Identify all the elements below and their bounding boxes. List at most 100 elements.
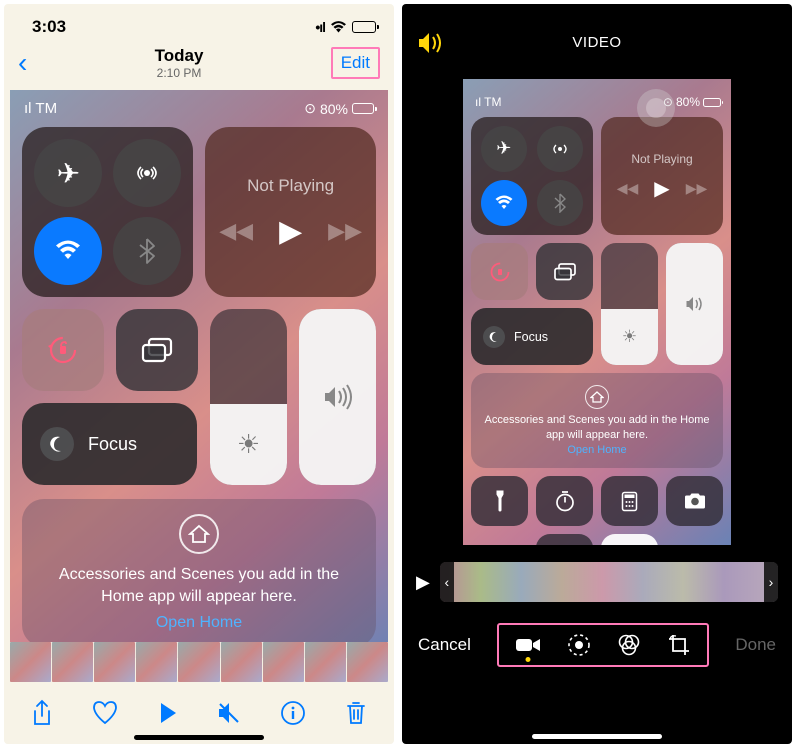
not-playing-label: Not Playing [631, 152, 692, 166]
screen-record-toggle[interactable] [601, 534, 658, 545]
calculator-toggle[interactable] [601, 476, 658, 526]
moon-icon [40, 427, 74, 461]
skip-back-icon[interactable]: ◀◀ [617, 180, 639, 197]
play-icon[interactable]: ▶ [654, 176, 669, 201]
brightness-icon: ☀ [237, 429, 260, 460]
filters-tab[interactable] [617, 633, 641, 657]
video-editor-screen: VIDEO ıl TM ⊙ 80% ✈ [402, 4, 792, 744]
wifi-toggle[interactable] [481, 180, 527, 226]
focus-toggle[interactable]: Focus [471, 308, 593, 365]
carrier-label: TM [35, 100, 57, 117]
done-button[interactable]: Done [735, 635, 776, 655]
wifi-toggle[interactable] [34, 217, 102, 285]
connectivity-module: ✈ [471, 117, 593, 235]
bluetooth-toggle[interactable] [113, 217, 181, 285]
mute-button[interactable] [216, 700, 242, 726]
status-bar: 3:03 [4, 4, 394, 42]
editor-preview[interactable]: ıl TM ⊙ 80% ✈ [463, 79, 731, 545]
info-button[interactable] [280, 700, 306, 726]
media-module: Not Playing ◀◀ ▶ ▶▶ [205, 127, 376, 297]
home-hub-module[interactable]: Accessories and Scenes you add in the Ho… [471, 373, 723, 468]
navigation-title: Today 2:10 PM [155, 46, 204, 80]
airplane-toggle[interactable]: ✈ [481, 126, 527, 172]
trim-timeline: ▶ ‹ › [402, 559, 792, 605]
volume-icon [685, 295, 705, 313]
back-button[interactable]: ‹ [18, 47, 27, 79]
brightness-slider[interactable]: ☀ [210, 309, 287, 485]
status-time: 3:03 [32, 17, 66, 37]
home-indicator[interactable] [532, 734, 662, 739]
carrier-label: TM [484, 95, 501, 109]
media-module: Not Playing ◀◀ ▶ ▶▶ [601, 117, 723, 235]
home-icon [585, 385, 609, 409]
control-center: ✈ Not Playing ◀◀ ▶ ▶ [10, 121, 388, 658]
hearing-toggle[interactable] [536, 534, 593, 545]
trim-handle-right[interactable]: › [764, 562, 778, 602]
volume-icon [323, 384, 353, 410]
home-icon [179, 514, 219, 554]
battery-percent: 80% [320, 101, 348, 117]
focus-label: Focus [88, 434, 137, 455]
screen-mirroring-toggle[interactable] [536, 243, 593, 300]
volume-button[interactable] [418, 32, 444, 54]
adjust-tab[interactable] [567, 633, 591, 657]
home-indicator[interactable] [134, 735, 264, 740]
volume-slider[interactable] [299, 309, 376, 485]
timer-toggle[interactable] [536, 476, 593, 526]
airdrop-toggle[interactable] [113, 139, 181, 207]
preview-status-bar: ıl TM ⊙ 80% [10, 90, 388, 121]
title-day: Today [155, 46, 204, 66]
bluetooth-toggle[interactable] [537, 180, 583, 226]
video-preview[interactable]: ıl TM ⊙ 80% ✈ [10, 90, 388, 658]
cancel-button[interactable]: Cancel [418, 635, 471, 655]
brightness-slider[interactable]: ☀ [601, 243, 658, 365]
status-indicators [315, 19, 376, 35]
play-button[interactable] [158, 701, 178, 725]
airdrop-toggle[interactable] [537, 126, 583, 172]
delete-button[interactable] [345, 700, 367, 726]
trim-scrubber[interactable]: ‹ › [440, 562, 778, 602]
cellular-bars-icon: ıl [24, 100, 32, 117]
camera-toggle[interactable] [666, 476, 723, 526]
preview-status-bar: ıl TM ⊙ 80% [463, 79, 731, 113]
trim-handle-left[interactable]: ‹ [440, 562, 454, 602]
airplane-toggle[interactable]: ✈ [34, 139, 102, 207]
thumbnail-scrubber[interactable] [10, 642, 388, 682]
home-hub-text: Accessories and Scenes you add in the Ho… [483, 413, 711, 442]
battery-percent: 80% [676, 95, 700, 109]
title-time: 2:10 PM [155, 66, 204, 80]
brightness-icon: ☀ [622, 327, 637, 347]
home-hub-module[interactable]: Accessories and Scenes you add in the Ho… [22, 499, 376, 647]
home-hub-text: Accessories and Scenes you add in the Ho… [44, 564, 354, 607]
signal-carrier: ıl TM [475, 95, 501, 109]
skip-forward-icon[interactable]: ▶▶ [328, 218, 362, 244]
cellular-bars-icon: ıl [475, 95, 481, 109]
alarm-icon: ⊙ [304, 100, 316, 117]
open-home-link[interactable]: Open Home [156, 614, 242, 632]
battery-icon [352, 21, 376, 33]
wifi-icon [330, 21, 347, 34]
focus-toggle[interactable]: Focus [22, 403, 197, 485]
assistive-touch-icon [637, 89, 675, 127]
screen-mirroring-toggle[interactable] [116, 309, 198, 391]
focus-label: Focus [514, 330, 548, 344]
orientation-lock-toggle[interactable] [22, 309, 104, 391]
skip-back-icon[interactable]: ◀◀ [219, 218, 253, 244]
share-button[interactable] [31, 699, 53, 727]
flashlight-toggle[interactable] [471, 476, 528, 526]
play-button[interactable]: ▶ [416, 572, 430, 593]
moon-icon [483, 326, 505, 348]
skip-forward-icon[interactable]: ▶▶ [686, 180, 708, 197]
open-home-link[interactable]: Open Home [567, 444, 626, 456]
play-icon[interactable]: ▶ [279, 214, 302, 249]
favorite-button[interactable] [91, 700, 119, 726]
not-playing-label: Not Playing [247, 176, 334, 196]
edit-button[interactable]: Edit [331, 47, 380, 79]
video-tab[interactable] [515, 636, 541, 654]
crop-tab[interactable] [667, 633, 691, 657]
volume-slider[interactable] [666, 243, 723, 365]
cellular-icon [315, 19, 325, 35]
navigation-bar: ‹ Today 2:10 PM Edit [4, 42, 394, 88]
signal-carrier: ıl TM [24, 100, 57, 117]
orientation-lock-toggle[interactable] [471, 243, 528, 300]
